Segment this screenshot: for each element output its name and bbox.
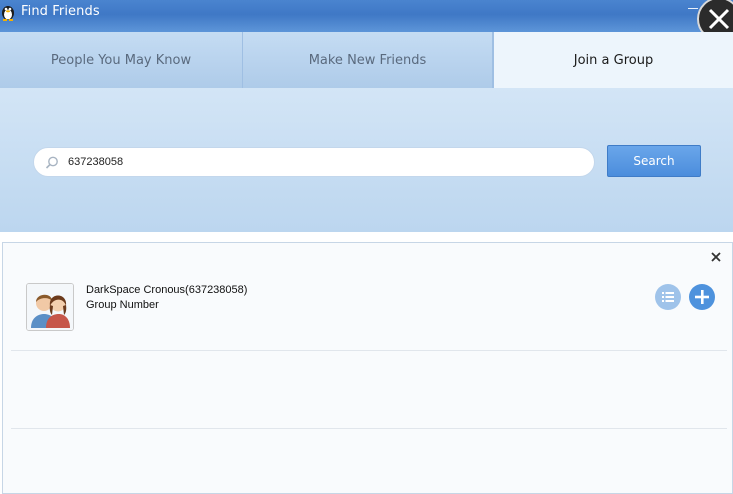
search-button[interactable]: Search (607, 145, 701, 177)
search-field[interactable] (33, 147, 595, 177)
group-number-label: Group Number (86, 299, 159, 311)
search-icon (44, 155, 60, 171)
tab-bar: People You May Know Make New Friends Joi… (0, 32, 733, 88)
tab-people-you-may-know[interactable]: People You May Know (0, 32, 243, 88)
tab-join-a-group[interactable]: Join a Group (493, 32, 733, 88)
results-panel: DarkSpace Cronous(637238058) Group Numbe… (2, 242, 733, 494)
group-avatar-icon[interactable] (26, 283, 74, 331)
search-input[interactable] (68, 152, 568, 172)
close-icon (708, 8, 730, 30)
penguin-icon (0, 3, 16, 21)
add-icon (695, 290, 709, 304)
details-icon (662, 292, 674, 302)
search-panel: Search (0, 88, 733, 232)
tab-make-new-friends[interactable]: Make New Friends (243, 32, 493, 88)
list-item-empty (11, 351, 727, 429)
group-details-button[interactable] (655, 284, 681, 310)
join-group-button[interactable] (689, 284, 715, 310)
close-results-icon[interactable] (709, 250, 723, 264)
window-title: Find Friends (21, 4, 100, 19)
group-name: DarkSpace Cronous(637238058) (86, 284, 248, 296)
list-item: DarkSpace Cronous(637238058) Group Numbe… (11, 273, 727, 351)
title-bar: Find Friends (0, 0, 733, 32)
close-icon (711, 252, 721, 262)
